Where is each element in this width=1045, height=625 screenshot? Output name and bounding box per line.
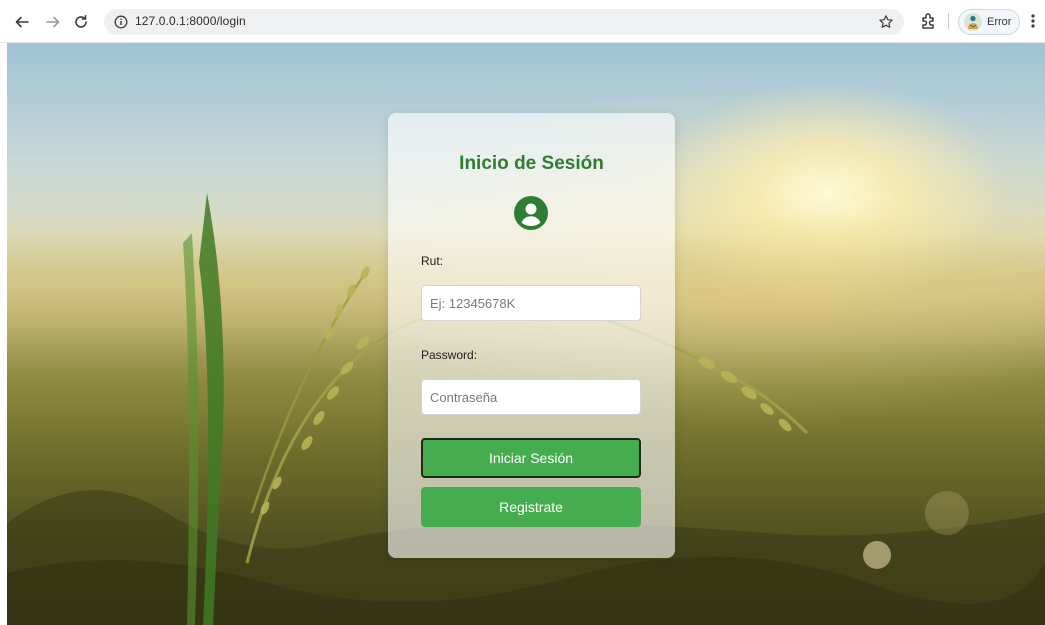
password-input[interactable] [421,379,641,415]
profile-status-label: Error [987,16,1012,28]
info-icon[interactable] [114,15,128,29]
reload-icon [75,15,87,28]
browser-toolbar: 127.0.0.1:8000/login Error [0,0,1045,43]
login-title: Inicio de Sesión [459,153,604,174]
browser-window: 127.0.0.1:8000/login Error Inicio de Ses… [0,0,1045,625]
forward-button[interactable] [42,11,64,33]
profile-button[interactable]: Error [958,9,1020,35]
reload-button[interactable] [70,11,92,33]
address-bar[interactable]: 127.0.0.1:8000/login [104,9,904,35]
rut-label: Rut: [421,254,444,268]
menu-dots-icon[interactable] [1027,12,1039,30]
url-text[interactable]: 127.0.0.1:8000/login [135,14,246,28]
profile-avatar [964,13,982,31]
password-label: Password: [421,348,478,362]
extensions-icon[interactable] [920,12,938,30]
back-arrow-icon [15,16,29,28]
toolbar-divider [948,13,949,29]
back-button[interactable] [11,11,33,33]
user-circle-icon [514,196,548,230]
login-button[interactable]: Iniciar Sesión [421,438,641,478]
forward-arrow-icon [46,16,60,28]
rut-input[interactable] [421,285,641,321]
login-card: Inicio de Sesión Rut: Password: Iniciar … [388,113,675,558]
star-icon[interactable] [878,14,894,30]
register-button[interactable]: Registrate [421,487,641,527]
